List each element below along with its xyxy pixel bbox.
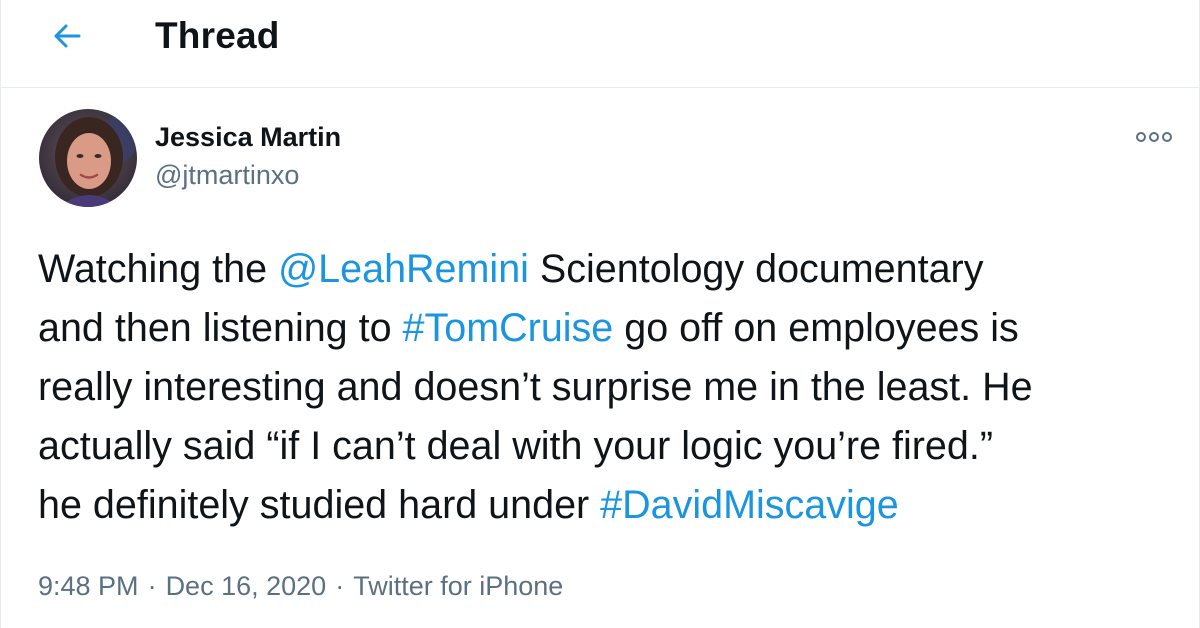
tweet-date[interactable]: Dec 16, 2020	[166, 571, 327, 601]
meta-separator: ·	[147, 571, 157, 601]
more-horizontal-icon	[1136, 132, 1172, 142]
mention-link[interactable]: @LeahRemini	[278, 247, 529, 291]
tweet-text: Watching the @LeahRemini Scientology doc…	[38, 240, 1178, 535]
hashtag-link[interactable]: #TomCruise	[403, 306, 614, 350]
page-title: Thread	[155, 15, 280, 56]
tweet-meta: 9:48 PM · Dec 16, 2020 · Twitter for iPhone	[38, 566, 563, 606]
tweet-source[interactable]: Twitter for iPhone	[353, 571, 563, 601]
author-name[interactable]: Jessica Martin	[155, 120, 341, 154]
back-button[interactable]	[45, 14, 89, 58]
tweet-time[interactable]: 9:48 PM	[38, 571, 139, 601]
tweet-text-segment: Watching the	[38, 247, 279, 291]
author-handle[interactable]: @jtmartinxo	[155, 158, 299, 192]
thread-header: Thread	[1, 0, 1199, 88]
meta-separator: ·	[335, 571, 345, 601]
arrow-left-icon	[54, 24, 81, 48]
avatar-photo	[39, 109, 137, 207]
avatar[interactable]	[39, 109, 137, 207]
more-options-button[interactable]	[1133, 124, 1175, 150]
hashtag-link[interactable]: #DavidMiscavige	[600, 483, 899, 527]
tweet-thread-view: Thread Jessica Martin @jtmartinxo Watchi…	[0, 0, 1200, 628]
